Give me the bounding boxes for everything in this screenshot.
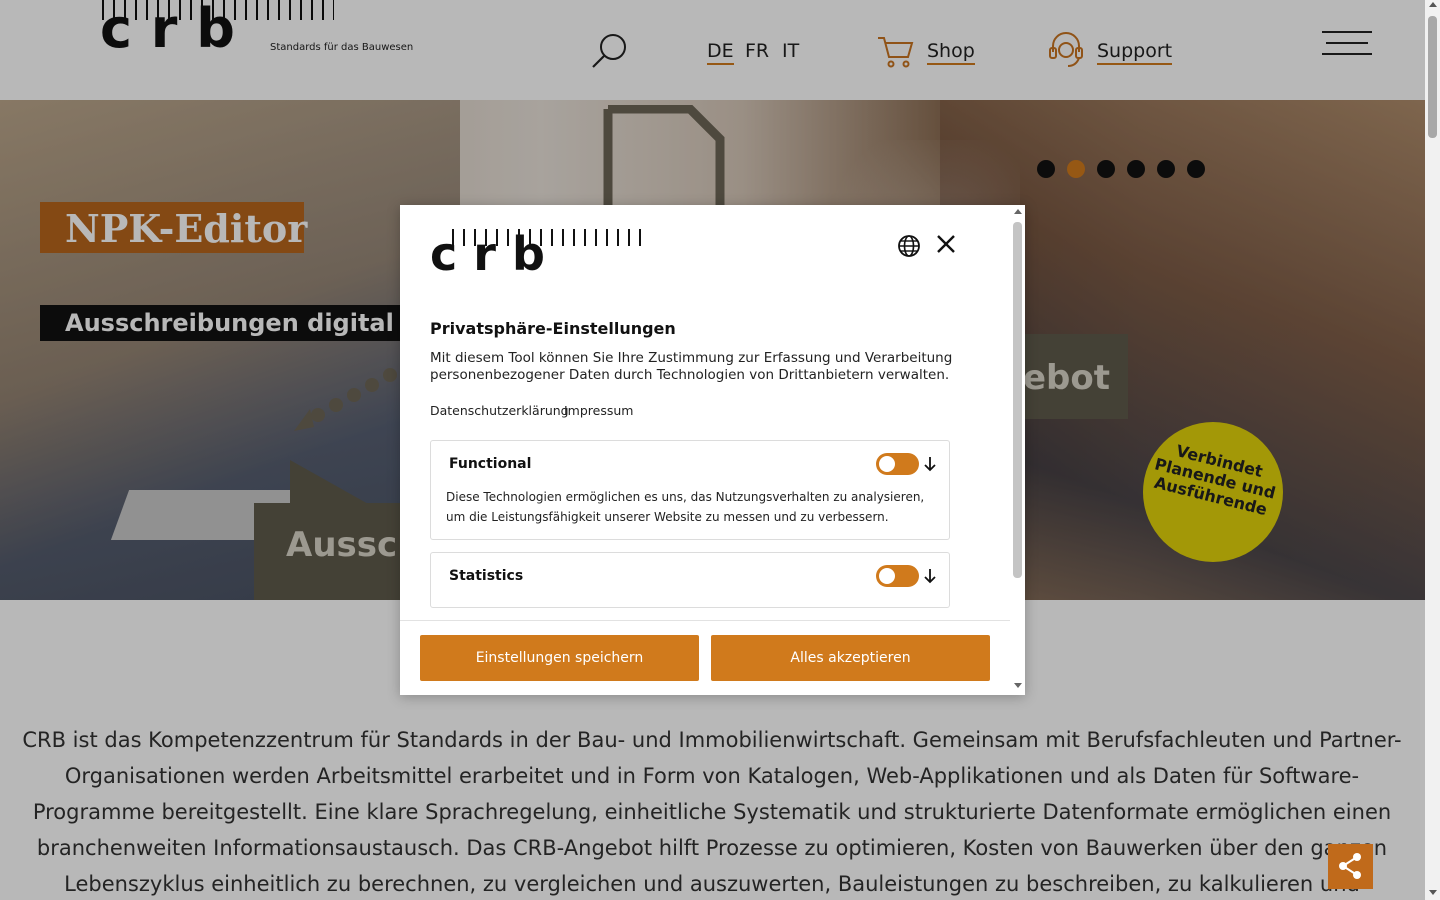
globe-icon[interactable] — [897, 234, 921, 258]
category-title: Functional — [449, 456, 532, 472]
privacy-policy-link[interactable]: Datenschutzerklärung — [430, 403, 569, 418]
dialog-scroll-down-arrow[interactable] — [1014, 683, 1022, 688]
page-scroll-down-arrow[interactable] — [1428, 890, 1437, 895]
consent-category-functional: Functional Diese Technologien ermögliche… — [430, 440, 950, 540]
dialog-title: Privatsphäre-Einstellungen — [430, 319, 676, 338]
modal-logo-letters: c r b — [430, 227, 545, 281]
dialog-scroll-up-arrow[interactable] — [1014, 209, 1022, 214]
dialog-description: Mit diesem Tool können Sie Ihre Zustimmu… — [430, 350, 953, 383]
imprint-link[interactable]: Impressum — [564, 403, 633, 418]
consent-category-statistics: Statistics — [430, 552, 950, 608]
arrow-down-icon[interactable] — [923, 455, 937, 473]
save-settings-button[interactable]: Einstellungen speichern — [420, 635, 699, 681]
category-description: Diese Technologien ermöglichen es uns, d… — [446, 490, 925, 524]
dialog-scrollbar-thumb[interactable] — [1013, 222, 1022, 578]
privacy-consent-dialog: c r b Privatsphäre-Einstellungen Mit die… — [400, 205, 1025, 695]
share-icon — [1339, 853, 1361, 879]
close-icon[interactable] — [934, 232, 958, 256]
toggle-knob — [879, 456, 895, 472]
page-scrollbar-thumb[interactable] — [1428, 16, 1437, 138]
page-scroll-up-arrow[interactable] — [1428, 2, 1437, 7]
functional-toggle[interactable] — [876, 453, 919, 475]
arrow-down-icon[interactable] — [923, 567, 937, 585]
dialog-footer-divider — [400, 620, 1010, 621]
statistics-toggle[interactable] — [876, 565, 919, 587]
toggle-knob — [879, 568, 895, 584]
share-button[interactable] — [1328, 844, 1373, 889]
accept-all-button[interactable]: Alles akzeptieren — [711, 635, 990, 681]
modal-crb-logo: c r b — [430, 229, 642, 279]
category-title: Statistics — [449, 568, 524, 584]
